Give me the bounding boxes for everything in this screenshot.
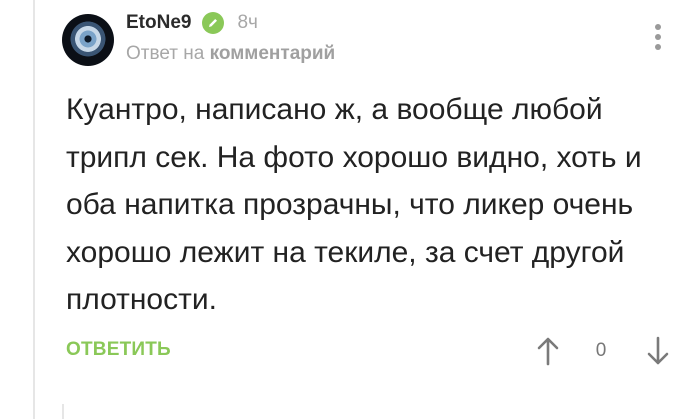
comment-line: хорошо лежит на текиле, за счет другой: [66, 235, 625, 269]
vote-count: 0: [595, 340, 607, 361]
comment-line: плотности.: [66, 283, 217, 316]
thread-line: [33, 0, 35, 419]
comment-line: трипл сек. На фото хорошо видно, хоть и: [66, 140, 642, 174]
nested-thread-line: [62, 404, 64, 419]
reply-button[interactable]: ОТВЕТИТЬ: [66, 339, 171, 361]
arrow-up-icon[interactable]: [536, 336, 560, 366]
pencil-icon: [202, 12, 225, 34]
reply-to-line: Ответ на комментарий: [126, 43, 335, 69]
comment-body: Куантро, написано ж, а вообще любой трип…: [66, 86, 686, 324]
more-dot: [655, 34, 661, 40]
more-dot: [655, 44, 661, 50]
more-vertical-icon[interactable]: [652, 24, 664, 58]
comment-line: Куантро, написано ж, а вообще любой: [66, 93, 603, 126]
comment-header: EtoNe9 8ч Ответ на комментарий: [126, 10, 335, 69]
reply-to-link[interactable]: комментарий: [210, 43, 336, 64]
comment-line: оба напитка прозрачны, что ликер очень: [66, 188, 634, 221]
comment-time[interactable]: 8ч: [237, 12, 257, 34]
avatar[interactable]: [62, 14, 114, 66]
author-name[interactable]: EtoNe9: [126, 12, 191, 34]
more-dot: [655, 24, 661, 30]
arrow-down-icon[interactable]: [646, 336, 670, 366]
author-row: EtoNe9 8ч: [126, 10, 335, 36]
reply-to-prefix: Ответ на: [126, 43, 205, 64]
